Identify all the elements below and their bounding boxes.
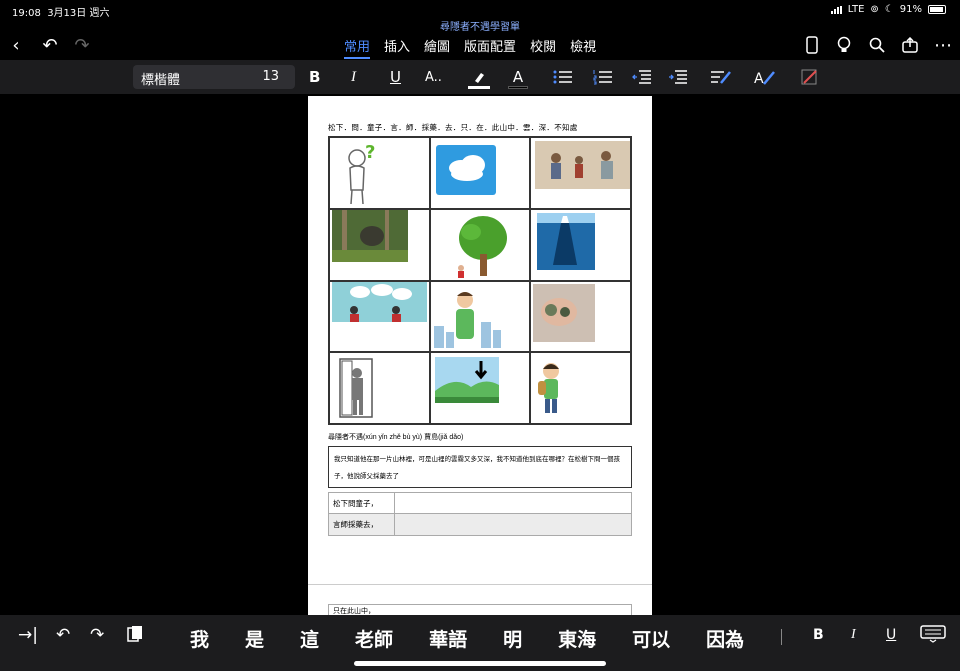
- candidate-word[interactable]: 是: [245, 625, 264, 652]
- grid-cell-tree[interactable]: [429, 208, 531, 281]
- answer-row-next-page[interactable]: 只在此山中，: [328, 604, 632, 615]
- picture-grid: ?: [328, 136, 632, 425]
- poem-description: 我只知道他在那一片山林裡，可是山裡的雲霧又多又深，我不知道他到底在哪裡？在松樹下…: [328, 446, 632, 488]
- bold-button[interactable]: B: [309, 67, 320, 87]
- undo-icon[interactable]: ↶: [38, 33, 62, 57]
- status-bar: 19:08 3月13日 週六 LTE ⊚ ☾ 91%: [0, 0, 960, 20]
- grid-cell-thinking-people[interactable]: [329, 280, 430, 353]
- increase-indent-icon[interactable]: [668, 67, 688, 87]
- kb-bold-button[interactable]: B: [813, 627, 824, 643]
- underline-button[interactable]: U: [390, 67, 401, 87]
- candidate-divider: [781, 629, 782, 645]
- candidate-word[interactable]: 華語: [429, 625, 467, 652]
- tab-insert[interactable]: 插入: [384, 36, 410, 59]
- candidate-word[interactable]: 老師: [355, 625, 393, 652]
- grid-cell-question-figure[interactable]: ?: [329, 137, 430, 209]
- paste-icon[interactable]: [127, 625, 143, 648]
- answer-row-label: 松下問童子，: [329, 493, 395, 513]
- candidate-word[interactable]: 我: [190, 625, 209, 652]
- grid-cell-iceberg[interactable]: [530, 208, 631, 281]
- candidate-word[interactable]: 因為: [706, 625, 744, 652]
- battery-icon: [928, 5, 946, 14]
- font-color-button[interactable]: A: [508, 67, 528, 89]
- candidate-list: 我 是 這 老師 華語 明 東海 可以 因為: [190, 625, 780, 652]
- bullet-list-icon[interactable]: [553, 67, 573, 87]
- font-selector[interactable]: 標楷體 13: [133, 65, 295, 89]
- answer-table: 松下問童子， 言師採藥去，: [328, 492, 632, 536]
- network-label: LTE: [847, 4, 865, 15]
- styles-icon[interactable]: A: [754, 67, 776, 87]
- tab-key-icon[interactable]: →|: [18, 625, 38, 645]
- menu-bar: ‹ ↶ ↷ 常用 插入 繪圖 版面配置 校閱 檢視 ⋯: [0, 30, 960, 60]
- font-size[interactable]: 13: [262, 69, 279, 84]
- grid-cell-cloud-sky[interactable]: [429, 137, 531, 209]
- decrease-indent-icon[interactable]: [632, 67, 652, 87]
- paragraph-styles-icon[interactable]: [710, 67, 732, 87]
- search-icon[interactable]: [865, 33, 889, 57]
- battery-percent: 91%: [899, 4, 922, 15]
- share-icon[interactable]: [898, 33, 922, 57]
- back-icon[interactable]: ‹: [4, 33, 28, 57]
- svg-text:A: A: [754, 71, 764, 85]
- ribbon-tabs: 常用 插入 繪圖 版面配置 校閱 檢視: [344, 36, 596, 59]
- document-page[interactable]: 松下．問．童子．言．師．採藥．去．只．在．此山中．雲．深．不知處 ? 尋隱者不遇…: [308, 96, 652, 615]
- signal-icon: [830, 5, 842, 14]
- verse-text: 松下．問．童子．言．師．採藥．去．只．在．此山中．雲．深．不知處: [328, 123, 578, 132]
- grid-cell-child-hiker[interactable]: [530, 352, 631, 424]
- grid-cell-door-figure[interactable]: [329, 352, 430, 424]
- phone-view-icon[interactable]: [800, 33, 824, 57]
- keyboard-dismiss-icon[interactable]: [920, 625, 946, 648]
- answer-row[interactable]: 松下問童子，: [329, 493, 631, 514]
- answer-row[interactable]: 言師採藥去，: [329, 514, 631, 535]
- italic-button[interactable]: I: [351, 67, 356, 87]
- grid-cell-hand-photo[interactable]: [530, 280, 631, 353]
- tab-review[interactable]: 校閱: [530, 36, 556, 59]
- more-icon[interactable]: ⋯: [931, 33, 955, 57]
- candidate-word[interactable]: 可以: [632, 625, 670, 652]
- kb-undo-icon[interactable]: ↶: [56, 625, 70, 645]
- tab-draw[interactable]: 繪圖: [424, 36, 450, 59]
- kb-underline-button[interactable]: U: [886, 627, 896, 643]
- location-icon: ⊚: [870, 4, 879, 15]
- answer-row-label: 言師採藥去，: [329, 514, 395, 535]
- redo-icon[interactable]: ↷: [70, 33, 94, 57]
- tab-layout[interactable]: 版面配置: [464, 36, 516, 59]
- candidate-word[interactable]: 這: [300, 625, 319, 652]
- clear-format-icon[interactable]: [800, 67, 820, 87]
- tab-home[interactable]: 常用: [344, 36, 371, 59]
- page-separator: [308, 584, 652, 585]
- grid-cell-forest-herbs[interactable]: [329, 208, 430, 281]
- status-time: 19:08 3月13日 週六: [12, 8, 110, 19]
- candidate-word[interactable]: 明: [503, 625, 522, 652]
- poem-title-pinyin: 尋隱者不遇(xún yǐn zhě bù yù) 賈島(jiǎ dǎo): [328, 434, 464, 441]
- grid-cell-person-city[interactable]: [429, 280, 531, 353]
- kb-redo-icon[interactable]: ↷: [90, 625, 104, 645]
- tab-view[interactable]: 檢視: [570, 36, 596, 59]
- format-toolbar: 標楷體 13 B I U A.. A A: [0, 60, 960, 94]
- grid-cell-people-scene[interactable]: [530, 137, 631, 209]
- font-effects-button[interactable]: A..: [425, 67, 442, 87]
- font-name[interactable]: 標楷體: [141, 69, 180, 88]
- home-indicator: [354, 661, 606, 666]
- status-right: LTE ⊚ ☾ 91%: [830, 4, 946, 15]
- grid-cell-mountain-arrow[interactable]: [429, 352, 531, 424]
- svg-text:?: ?: [365, 142, 375, 163]
- numbered-list-icon[interactable]: [593, 67, 613, 87]
- highlight-button[interactable]: [468, 67, 490, 89]
- moon-icon: ☾: [884, 4, 894, 15]
- candidate-word[interactable]: 東海: [558, 625, 596, 652]
- kb-italic-button[interactable]: I: [851, 627, 856, 643]
- lightbulb-icon[interactable]: [832, 33, 856, 57]
